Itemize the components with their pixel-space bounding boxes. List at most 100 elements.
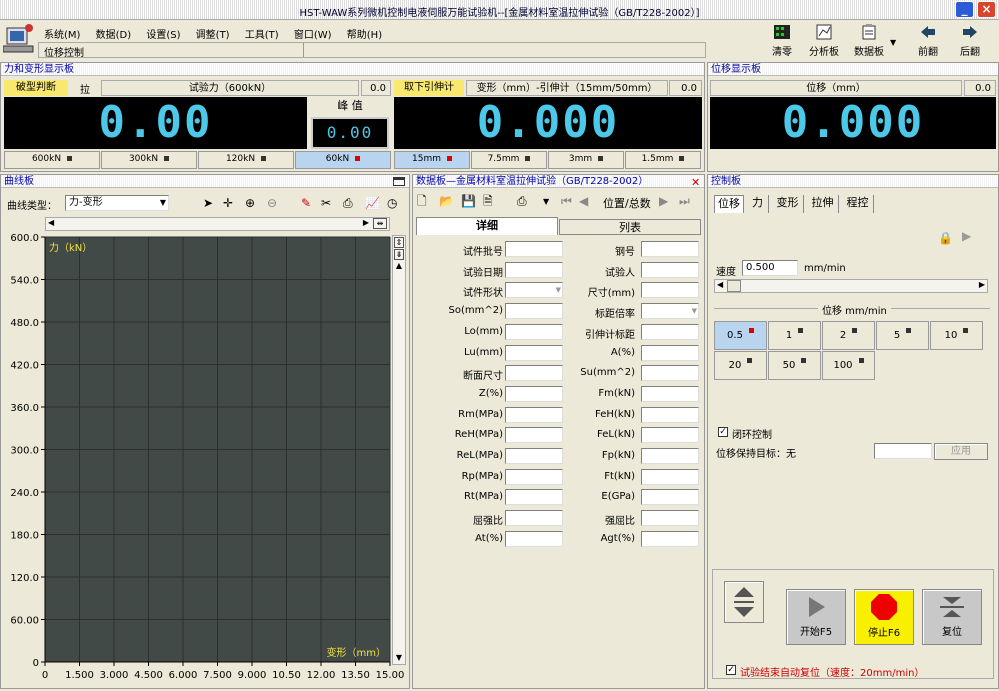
minimize-button[interactable]: _ <box>955 1 974 18</box>
speed-button[interactable]: 2 <box>822 321 875 350</box>
field-input[interactable] <box>505 489 563 506</box>
force-range-button[interactable]: 600kN <box>4 151 100 169</box>
field-input[interactable] <box>641 385 699 402</box>
field-input[interactable] <box>505 530 563 547</box>
force-range-button[interactable]: 300kN <box>101 151 197 169</box>
speed-slider[interactable]: ◀ ▶ <box>714 279 988 293</box>
chevron-down-icon[interactable]: ▼ <box>890 38 896 47</box>
field-input[interactable] <box>641 468 699 485</box>
field-input[interactable] <box>505 261 563 278</box>
speed-button[interactable]: 100 <box>822 351 875 380</box>
field-input[interactable] <box>641 489 699 506</box>
close-icon[interactable]: ✕ <box>691 176 700 189</box>
deformation-range-button[interactable]: 1.5mm <box>625 151 701 169</box>
menu-system[interactable]: 系统(M) <box>44 26 80 41</box>
closed-loop-checkbox[interactable]: ✓ <box>718 427 728 437</box>
zoom-out-icon[interactable]: ⊖ <box>267 195 277 211</box>
close-button[interactable]: × <box>977 1 996 18</box>
deformation-range-button[interactable]: 15mm <box>394 151 470 169</box>
field-input[interactable] <box>505 448 563 464</box>
tab-detail[interactable]: 详细 <box>416 217 558 235</box>
document-icon[interactable]: 🗎 <box>483 193 493 209</box>
field-input[interactable] <box>641 323 699 340</box>
prev-record-icon[interactable]: ◀ <box>579 193 588 209</box>
deformation-range-button[interactable]: 7.5mm <box>471 151 547 169</box>
menu-settings[interactable]: 设置(S) <box>146 26 180 41</box>
speed-button[interactable]: 1 <box>768 321 821 350</box>
stop-button[interactable]: 停止F6 <box>854 589 914 645</box>
first-record-icon[interactable]: ⏮ <box>561 193 572 209</box>
reset-button[interactable]: 复位 <box>922 589 982 645</box>
tab-control-4[interactable]: 程控 <box>842 195 874 213</box>
field-input[interactable] <box>505 344 563 361</box>
field-input[interactable] <box>505 303 563 320</box>
chart-line-icon[interactable]: 📈 <box>365 195 380 211</box>
toolbar-databoard[interactable]: 数据板 <box>846 24 892 58</box>
curve-panel-maximize-icon[interactable] <box>393 177 405 186</box>
up-down-button[interactable] <box>724 581 764 623</box>
speed-button[interactable]: 20 <box>714 351 767 380</box>
break-judge-button[interactable]: 破型判断 <box>4 80 68 96</box>
pointer-icon[interactable]: ➤ <box>203 195 213 211</box>
field-input[interactable] <box>641 282 699 299</box>
toolbar-zero[interactable]: 清零 <box>766 24 798 58</box>
print-icon[interactable]: ⎙ <box>343 195 353 211</box>
field-input[interactable] <box>641 427 699 444</box>
deformation-range-button[interactable]: 3mm <box>548 151 624 169</box>
menu-data[interactable]: 数据(D) <box>96 26 132 41</box>
field-input[interactable] <box>641 261 699 278</box>
force-range-button[interactable]: 60kN <box>295 151 391 169</box>
tab-control-0[interactable]: 位移 <box>714 195 744 213</box>
field-input[interactable] <box>505 385 563 402</box>
field-input[interactable] <box>641 530 699 547</box>
scissors-icon[interactable]: ✂ <box>321 195 331 211</box>
field-input[interactable] <box>641 510 699 527</box>
pen-icon[interactable]: ✎ <box>301 195 311 211</box>
field-input[interactable] <box>505 510 563 527</box>
horizontal-scrollbar[interactable]: ◀ ▶ ⇹ <box>45 217 390 231</box>
chevron-down-icon[interactable]: ▼ <box>543 197 549 206</box>
field-input[interactable] <box>505 365 563 382</box>
last-record-icon[interactable]: ⏭ <box>679 193 690 209</box>
field-input[interactable] <box>505 468 563 485</box>
next-record-icon[interactable]: ▶ <box>659 193 668 209</box>
field-input[interactable] <box>641 406 699 423</box>
menu-adjust[interactable]: 调整(T) <box>196 26 230 41</box>
tab-control-3[interactable]: 拉伸 <box>807 195 839 213</box>
menu-tools[interactable]: 工具(T) <box>245 26 279 41</box>
tab-control-2[interactable]: 变形 <box>772 195 804 213</box>
open-folder-icon[interactable]: 📂 <box>439 193 454 209</box>
speed-button[interactable]: 10 <box>930 321 983 350</box>
menu-help[interactable]: 帮助(H) <box>347 26 382 41</box>
field-input[interactable] <box>641 365 699 382</box>
field-input[interactable]: ▼ <box>641 303 699 320</box>
apply-button[interactable]: 应用 <box>934 443 988 460</box>
field-input[interactable] <box>641 448 699 464</box>
hold-target-input[interactable] <box>874 443 932 459</box>
tab-list[interactable]: 列表 <box>559 219 701 235</box>
speed-button[interactable]: 50 <box>768 351 821 380</box>
toolbar-next[interactable]: 后翻 <box>954 24 986 58</box>
menu-window[interactable]: 窗口(W) <box>294 26 332 41</box>
toolbar-analysis[interactable]: 分析板 <box>804 24 844 58</box>
new-file-icon[interactable]: 🗋 <box>417 193 427 209</box>
print-icon[interactable]: ⎙ <box>517 193 527 209</box>
auto-reset-checkbox[interactable]: ✓ <box>726 665 736 675</box>
field-input[interactable] <box>641 241 699 257</box>
crosshair-icon[interactable]: ✛ <box>223 195 233 211</box>
curve-type-select[interactable]: 力-变形 ▼ <box>65 195 169 211</box>
speed-button[interactable]: 5 <box>876 321 929 350</box>
clock-icon[interactable]: ◷ <box>387 195 397 211</box>
tab-control-1[interactable]: 力 <box>747 195 769 213</box>
field-input[interactable] <box>505 323 563 340</box>
toolbar-prev[interactable]: 前翻 <box>912 24 944 58</box>
start-button[interactable]: 开始F5 <box>786 589 846 645</box>
force-range-button[interactable]: 120kN <box>198 151 294 169</box>
save-icon[interactable]: 💾 <box>461 193 476 209</box>
vertical-scrollbar[interactable]: ⇕ ⇟ ▲ ▼ <box>392 235 406 665</box>
zoom-in-icon[interactable]: ⊕ <box>245 195 255 211</box>
speed-input[interactable]: 0.500 <box>742 260 798 276</box>
field-input[interactable] <box>641 344 699 361</box>
remove-extensometer-button[interactable]: 取下引伸计 <box>394 80 464 96</box>
field-input[interactable] <box>505 241 563 257</box>
